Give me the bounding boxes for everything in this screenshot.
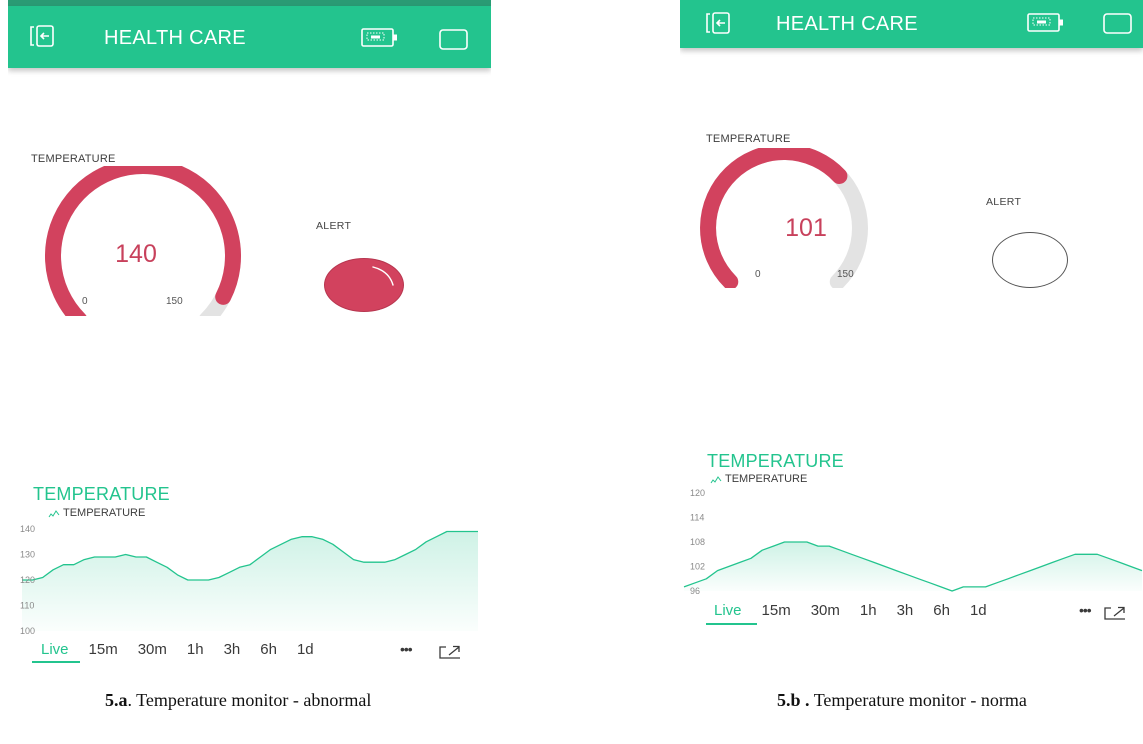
square-icon[interactable] xyxy=(438,28,470,52)
screen-abnormal: HEALTH CARE TEMPERATURE 140 0 150 ALERT … xyxy=(8,0,491,670)
exit-icon[interactable] xyxy=(704,10,738,36)
caption-b: 5.b . Temperature monitor - norma xyxy=(777,690,1027,711)
alert-label: ALERT xyxy=(986,196,1022,208)
app-header: HEALTH CARE xyxy=(680,0,1143,48)
range-tab-15m[interactable]: 15m xyxy=(762,602,791,619)
square-icon[interactable] xyxy=(1102,12,1134,36)
time-range-tabs: Live 15m 30m 1h 3h 6h 1d xyxy=(41,641,334,658)
chart-legend: TEMPERATURE xyxy=(725,473,808,485)
y-tick-label: 102 xyxy=(690,562,705,572)
export-icon[interactable] xyxy=(1102,604,1128,622)
range-tab-30m[interactable]: 30m xyxy=(811,602,840,619)
caption-b-number: 5.b . xyxy=(777,690,810,710)
gauge-max: 150 xyxy=(837,269,854,280)
y-tick-label: 130 xyxy=(20,550,35,560)
more-button[interactable]: ••• xyxy=(400,641,413,657)
live-underline xyxy=(706,623,757,625)
range-tab-1h[interactable]: 1h xyxy=(187,641,204,658)
gauge-value: 101 xyxy=(785,214,827,242)
gauge-min: 0 xyxy=(82,296,88,307)
chart-area-fill xyxy=(684,542,1142,591)
y-tick-label: 120 xyxy=(20,575,35,585)
y-tick-label: 108 xyxy=(690,537,705,547)
range-tab-6h[interactable]: 6h xyxy=(260,641,277,658)
led-highlight xyxy=(372,266,394,286)
caption-b-text: Temperature monitor - norma xyxy=(809,690,1027,710)
gauge-label: TEMPERATURE xyxy=(31,153,116,165)
app-header: HEALTH CARE xyxy=(8,6,491,68)
range-tab-3h[interactable]: 3h xyxy=(224,641,241,658)
range-tab-1d[interactable]: 1d xyxy=(970,602,987,619)
range-tab-15m[interactable]: 15m xyxy=(89,641,118,658)
y-tick-label: 140 xyxy=(20,524,35,534)
chart-legend: TEMPERATURE xyxy=(63,507,146,519)
range-tab-live[interactable]: Live xyxy=(41,641,69,658)
caption-a: 5.a. Temperature monitor - abnormal xyxy=(105,690,371,711)
range-tab-live[interactable]: Live xyxy=(714,602,742,619)
alert-label: ALERT xyxy=(316,220,352,232)
range-tab-1d[interactable]: 1d xyxy=(297,641,314,658)
device-icon[interactable] xyxy=(1026,12,1068,34)
app-title: HEALTH CARE xyxy=(776,13,918,35)
chart-title: TEMPERATURE xyxy=(33,484,170,504)
device-icon[interactable] xyxy=(360,27,402,49)
time-range-tabs: Live 15m 30m 1h 3h 6h 1d xyxy=(714,602,1007,619)
live-underline xyxy=(32,661,80,663)
y-tick-label: 114 xyxy=(690,513,704,523)
range-tab-1h[interactable]: 1h xyxy=(860,602,877,619)
caption-a-number: 5.a xyxy=(105,690,128,710)
legend-line-icon xyxy=(48,510,60,518)
y-tick-label: 120 xyxy=(690,488,705,498)
app-title: HEALTH CARE xyxy=(104,27,246,49)
temperature-chart: 140 130 120 110 100 xyxy=(20,524,478,636)
chart-area-fill xyxy=(22,531,478,631)
gauge-max: 150 xyxy=(166,296,183,307)
caption-a-text: . Temperature monitor - abnormal xyxy=(127,690,372,710)
gauge-min: 0 xyxy=(755,269,761,280)
chart-title: TEMPERATURE xyxy=(707,451,844,471)
alert-led xyxy=(324,258,404,312)
gauge-value: 140 xyxy=(115,240,157,268)
alert-led xyxy=(992,232,1068,288)
temperature-chart: 120 114 108 102 96 xyxy=(683,488,1143,596)
gauge-label: TEMPERATURE xyxy=(706,133,791,145)
y-tick-label: 96 xyxy=(690,586,700,596)
exit-icon[interactable] xyxy=(28,23,62,49)
y-tick-label: 110 xyxy=(20,601,34,611)
screen-normal: HEALTH CARE TEMPERATURE 101 0 150 ALERT … xyxy=(680,0,1143,670)
export-icon[interactable] xyxy=(437,643,463,661)
range-tab-30m[interactable]: 30m xyxy=(138,641,167,658)
y-tick-label: 100 xyxy=(20,626,35,636)
range-tab-6h[interactable]: 6h xyxy=(933,602,950,619)
legend-line-icon xyxy=(710,476,722,484)
more-button[interactable]: ••• xyxy=(1079,602,1092,618)
range-tab-3h[interactable]: 3h xyxy=(897,602,914,619)
